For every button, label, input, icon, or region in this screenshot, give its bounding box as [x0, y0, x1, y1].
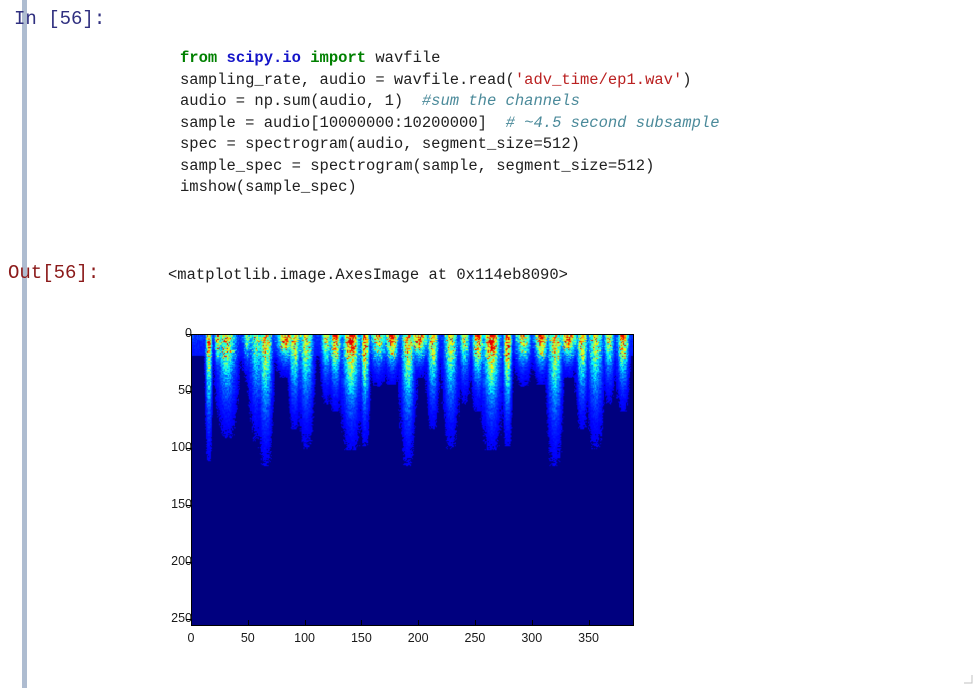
- y-tick-label: 100: [171, 440, 192, 455]
- cell-selection-bar: [22, 0, 27, 688]
- code-line-2: sampling_rate, audio = wavfile.read('adv…: [180, 70, 720, 92]
- code-token-kw: import: [310, 49, 376, 67]
- y-tick-label: 150: [171, 497, 192, 512]
- code-token-str: 'adv_time/ep1.wav': [514, 70, 683, 89]
- code-line-1: from scipy.io import wavfile: [180, 48, 720, 70]
- code-line-3: audio = np.sum(audio, 1) #sum the channe…: [180, 91, 720, 113]
- x-tick-label: 100: [294, 631, 315, 645]
- x-tick-mark: [191, 620, 192, 626]
- x-tick-mark: [588, 620, 590, 626]
- x-tick-label: 150: [350, 631, 372, 645]
- y-tick-mark: [186, 391, 192, 393]
- code-line-5: spec = spectrogram(audio, segment_size=5…: [180, 134, 720, 156]
- code-token-kw: from: [180, 49, 227, 67]
- code-token-plain: spec = spectrogram(audio, segment_size=5…: [180, 135, 580, 153]
- x-tick-label: 350: [578, 631, 599, 645]
- resize-handle-icon[interactable]: [963, 674, 973, 684]
- code-token-com: #sum the channels: [421, 92, 580, 110]
- spectrogram-figure: 0 50 100 150 200 250 0 50 100 150 200 250 300 350: [150, 325, 650, 645]
- x-tick-mark: [531, 620, 533, 626]
- x-tick-mark: [418, 620, 420, 626]
- y-tick-label: 50: [178, 383, 192, 398]
- x-tick-label: 300: [521, 631, 543, 645]
- code-token-plain: audio = np.sum(audio, 1): [180, 92, 422, 110]
- code-line-7: imshow(sample_spec): [180, 177, 720, 199]
- x-tick-label: 0: [187, 631, 195, 645]
- x-tick-label: 200: [407, 631, 429, 645]
- y-tick-mark: [186, 334, 192, 335]
- x-tick-mark: [304, 620, 306, 626]
- code-token-plain: imshow(sample_spec): [180, 178, 357, 196]
- x-tick-mark: [361, 620, 363, 626]
- y-tick-label: 0: [185, 326, 192, 340]
- y-tick-label: 250: [171, 611, 192, 626]
- plot-axes: [191, 334, 634, 626]
- y-tick-mark: [186, 448, 192, 450]
- code-token-plain: wavfile: [375, 49, 441, 67]
- input-prompt: In [56]:: [14, 8, 106, 30]
- code-line-6: sample_spec = spectrogram(sample, segmen…: [180, 156, 720, 178]
- code-token-plain: sample_spec = spectrogram(sample, segmen…: [180, 156, 655, 175]
- code-token-com: # ~4.5 second subsample: [505, 113, 720, 132]
- x-tick-label: 50: [240, 631, 255, 645]
- y-tick-mark: [186, 505, 192, 507]
- x-tick-label: 250: [464, 631, 486, 645]
- output-prompt: Out[56]:: [8, 262, 100, 284]
- y-tick-label: 200: [171, 554, 192, 569]
- code-token-plain: sampling_rate, audio = wavfile.read(: [180, 70, 515, 89]
- spectrogram-image: [192, 335, 633, 625]
- code-token-plain: sample = audio[10000000:10200000]: [180, 113, 506, 132]
- code-token-plain: ): [682, 70, 692, 89]
- code-editor[interactable]: from scipy.io import wavfile sampling_rat…: [180, 48, 720, 199]
- notebook-cell: In [56]: from scipy.io import wavfile sam…: [0, 0, 975, 688]
- code-token-mod: scipy.io: [226, 49, 311, 67]
- code-line-4: sample = audio[10000000:10200000] # ~4.5…: [180, 113, 720, 135]
- x-tick-mark: [474, 620, 476, 626]
- x-tick-mark: [247, 620, 249, 626]
- y-tick-mark: [186, 562, 192, 564]
- output-repr-text: <matplotlib.image.AxesImage at 0x114eb80…: [168, 266, 568, 284]
